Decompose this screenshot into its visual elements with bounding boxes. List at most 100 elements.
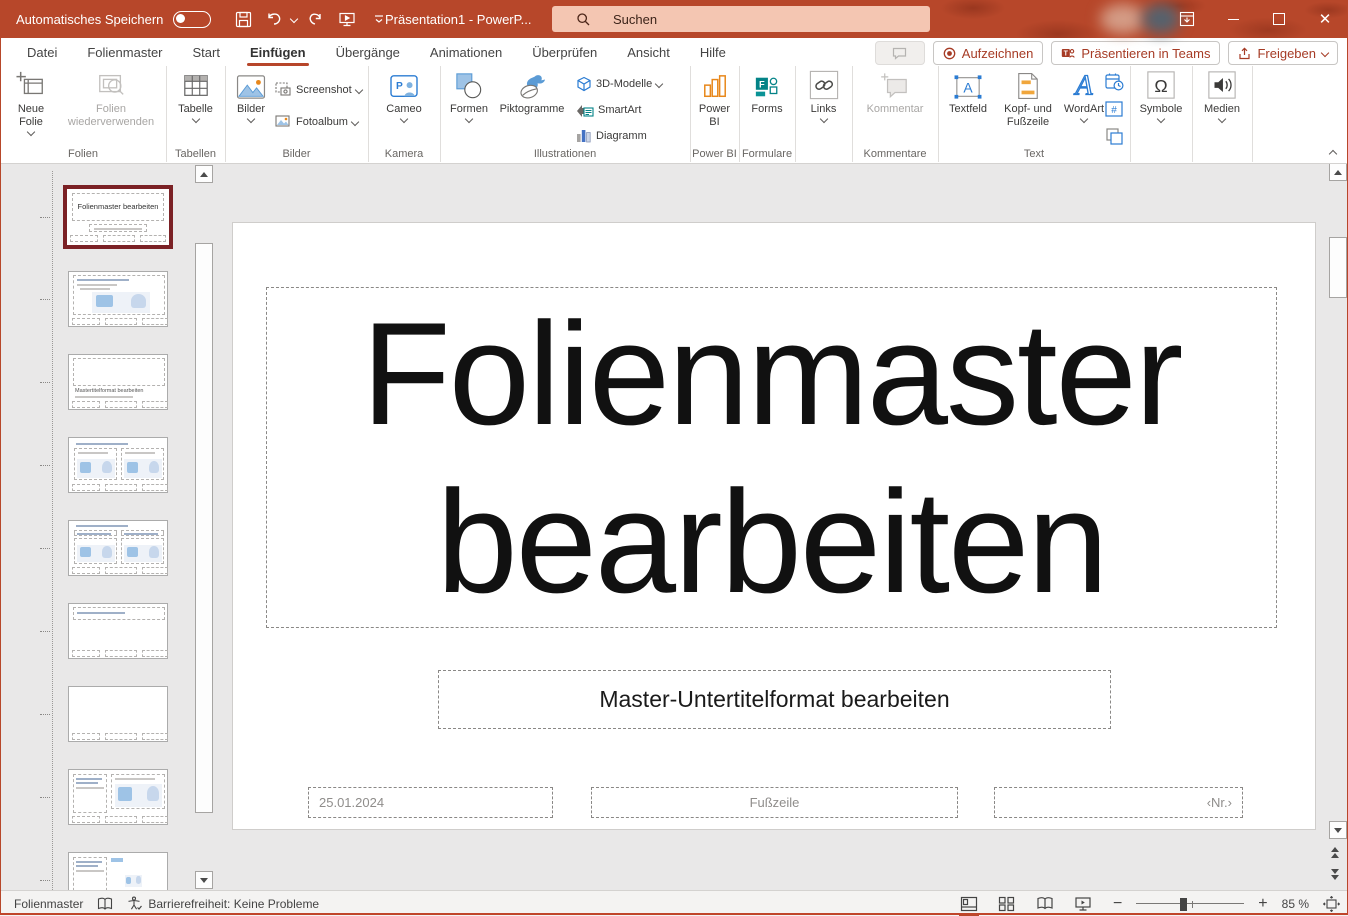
date-placeholder[interactable]: 25.01.2024 bbox=[308, 787, 553, 818]
undo-icon[interactable] bbox=[261, 5, 289, 33]
spellcheck-book-icon[interactable] bbox=[97, 897, 113, 911]
pictures-chevron[interactable] bbox=[246, 114, 256, 124]
accessibility-status[interactable]: Barrierefreiheit: Keine Probleme bbox=[127, 896, 319, 911]
text-box-button[interactable]: A Textfeld bbox=[942, 70, 994, 116]
shapes-chevron[interactable] bbox=[464, 114, 474, 124]
ribbon-display-options-icon[interactable] bbox=[1164, 0, 1210, 38]
3d-models-chevron[interactable] bbox=[655, 79, 664, 89]
share-dropdown-chevron[interactable] bbox=[1320, 48, 1330, 58]
thumbnail-layout-comparison[interactable] bbox=[68, 520, 168, 576]
fit-to-window-icon[interactable] bbox=[1323, 895, 1340, 912]
normal-view-icon[interactable] bbox=[957, 893, 981, 916]
zoom-slider[interactable] bbox=[1136, 897, 1245, 911]
cameo-chevron[interactable] bbox=[399, 114, 409, 124]
main-scroll-up[interactable] bbox=[1329, 163, 1347, 181]
symbols-chevron[interactable] bbox=[1156, 114, 1166, 124]
tab-einfuegen[interactable]: Einfügen bbox=[235, 38, 321, 66]
close-icon[interactable]: ✕ bbox=[1302, 0, 1348, 38]
screenshot-button[interactable]: Screenshot bbox=[275, 82, 363, 97]
thumbnail-slide-master[interactable]: Folienmaster bearbeiten bbox=[63, 185, 173, 249]
next-slide-button[interactable] bbox=[1331, 869, 1339, 880]
photo-album-button[interactable]: Fotoalbum bbox=[275, 114, 360, 129]
subtitle-placeholder[interactable]: Master-Untertitelformat bearbeiten bbox=[438, 670, 1111, 729]
table-button[interactable]: Tabelle bbox=[172, 70, 219, 124]
zoom-slider-thumb[interactable] bbox=[1180, 897, 1188, 911]
smartart-button[interactable]: SmartArt bbox=[576, 102, 641, 117]
zoom-out-icon[interactable]: − bbox=[1113, 895, 1122, 913]
slide-canvas[interactable]: Folienmaster bearbeiten Master-Untertite… bbox=[232, 222, 1316, 830]
screenshot-chevron[interactable] bbox=[354, 85, 363, 94]
3d-models-button[interactable]: 3D-Modelle bbox=[576, 76, 664, 92]
zoom-in-icon[interactable]: + bbox=[1258, 895, 1267, 913]
main-scrollbar-thumb[interactable] bbox=[1329, 237, 1347, 298]
new-slide-chevron[interactable] bbox=[26, 128, 36, 137]
main-scroll-down[interactable] bbox=[1329, 821, 1347, 839]
cameo-button[interactable]: P Cameo bbox=[382, 70, 426, 124]
power-bi-button[interactable]: Power BI bbox=[693, 70, 736, 129]
group-label-illustrationen: Illustrationen bbox=[533, 148, 597, 160]
collapse-ribbon-chevron[interactable] bbox=[1328, 149, 1338, 159]
share-button[interactable]: Freigeben bbox=[1228, 41, 1338, 65]
previous-slide-button[interactable] bbox=[1331, 847, 1339, 858]
tab-start[interactable]: Start bbox=[178, 38, 235, 66]
tab-ansicht[interactable]: Ansicht bbox=[612, 38, 685, 66]
icons-button[interactable]: Piktogramme bbox=[492, 70, 572, 116]
symbols-button[interactable]: Ω Symbole bbox=[1138, 70, 1184, 124]
slideshow-view-icon[interactable] bbox=[1071, 893, 1095, 915]
minimize-icon[interactable] bbox=[1210, 0, 1256, 38]
undo-dropdown-chevron[interactable] bbox=[290, 14, 299, 24]
thumb-scrollbar-thumb[interactable] bbox=[195, 243, 213, 813]
title-placeholder[interactable]: Folienmaster bearbeiten bbox=[266, 287, 1277, 628]
tab-datei[interactable]: Datei bbox=[12, 38, 72, 66]
date-time-button[interactable] bbox=[1104, 72, 1124, 92]
thumbnail-layout-content-caption[interactable] bbox=[68, 769, 168, 825]
search-bar[interactable]: Suchen bbox=[552, 6, 930, 32]
redo-icon[interactable] bbox=[301, 5, 329, 33]
record-button[interactable]: Aufzeichnen bbox=[932, 41, 1044, 65]
tab-ueberpruefen[interactable]: Überprüfen bbox=[517, 38, 612, 66]
tab-animationen[interactable]: Animationen bbox=[415, 38, 517, 66]
reading-view-icon[interactable] bbox=[1033, 893, 1057, 915]
photo-album-chevron[interactable] bbox=[350, 117, 360, 126]
start-slideshow-icon[interactable] bbox=[333, 5, 361, 33]
wordart-button[interactable]: A WordArt bbox=[1062, 70, 1106, 124]
tab-folienmaster[interactable]: Folienmaster bbox=[72, 38, 177, 66]
thumbnail-layout-title-only[interactable] bbox=[68, 603, 168, 659]
forms-button[interactable]: F Forms bbox=[746, 70, 788, 116]
thumbnail-layout-picture-caption[interactable] bbox=[68, 852, 168, 890]
statusbar-view-name[interactable]: Folienmaster bbox=[14, 897, 83, 911]
media-chevron[interactable] bbox=[1217, 114, 1227, 124]
footer-placeholder[interactable]: Fußzeile bbox=[591, 787, 958, 818]
present-in-teams-button[interactable]: T Präsentieren in Teams bbox=[1051, 41, 1221, 65]
save-icon[interactable] bbox=[229, 5, 257, 33]
zoom-level[interactable]: 85 % bbox=[1282, 897, 1309, 911]
thumbnail-layout-two-content[interactable] bbox=[68, 437, 168, 493]
shapes-button[interactable]: Formen bbox=[446, 70, 492, 124]
thumbnail-layout-blank[interactable] bbox=[68, 686, 168, 742]
slide-number-button[interactable]: # bbox=[1104, 100, 1124, 118]
table-chevron[interactable] bbox=[191, 114, 200, 124]
thumb-scroll-down[interactable] bbox=[195, 871, 213, 889]
tab-hilfe[interactable]: Hilfe bbox=[685, 38, 741, 66]
media-button[interactable]: Medien bbox=[1200, 70, 1244, 124]
links-button[interactable]: Links bbox=[802, 70, 845, 124]
3d-models-label: 3D-Modelle bbox=[596, 78, 653, 90]
thumb-scroll-up[interactable] bbox=[195, 165, 213, 183]
new-slide-button[interactable]: Neue Folie bbox=[6, 70, 56, 137]
reuse-slides-button: Folien wiederverwenden bbox=[58, 70, 164, 129]
pictures-button[interactable]: Bilder bbox=[229, 70, 273, 124]
slide-title-text: Folienmaster bearbeiten bbox=[361, 291, 1184, 623]
slide-number-placeholder[interactable]: ‹Nr.› bbox=[994, 787, 1243, 818]
thumbnail-layout-title[interactable]: Mastertitelformat bearbeiten bbox=[68, 354, 168, 410]
autosave-toggle[interactable] bbox=[173, 10, 212, 28]
thumbnail-layout-2[interactable] bbox=[68, 271, 168, 327]
chart-button[interactable]: Diagramm bbox=[576, 128, 647, 143]
tab-uebergaenge[interactable]: Übergänge bbox=[321, 38, 415, 66]
object-button[interactable] bbox=[1104, 126, 1124, 146]
links-chevron[interactable] bbox=[819, 114, 828, 124]
slide-sorter-icon[interactable] bbox=[995, 893, 1019, 915]
maximize-icon[interactable] bbox=[1256, 0, 1302, 38]
header-footer-button[interactable]: Kopf- und Fußzeile bbox=[996, 70, 1060, 129]
chart-label: Diagramm bbox=[596, 129, 647, 142]
wordart-chevron[interactable] bbox=[1079, 114, 1089, 124]
